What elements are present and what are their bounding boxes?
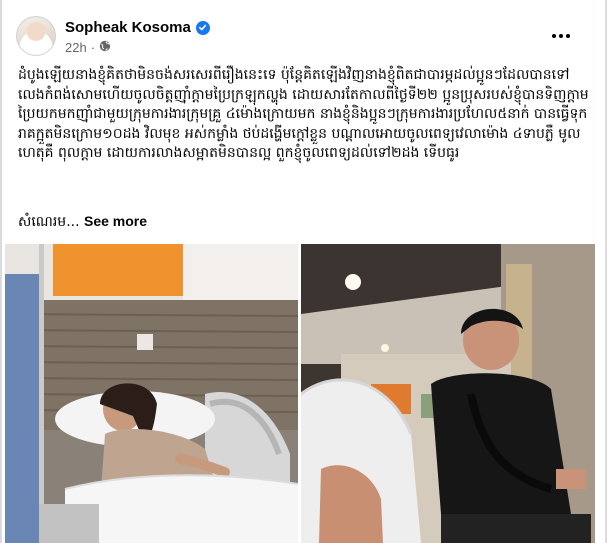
- globe-icon[interactable]: [99, 40, 111, 55]
- photo-hospital-bed[interactable]: [5, 244, 298, 543]
- post-meta: 22h ·: [65, 40, 111, 55]
- verified-badge-icon: [195, 20, 210, 35]
- post-card: Sopheak Kosoma 22h · ដំបូងឡើយនាងខ្ញុំគិត…: [0, 0, 607, 543]
- post-body: ដំបូងឡើយនាងខ្ញុំគិតថាមិនចង់សរសេរពីរឿងនេះ…: [18, 67, 592, 162]
- post-header: Sopheak Kosoma 22h ·: [16, 16, 591, 60]
- see-more-link[interactable]: See more: [84, 213, 147, 229]
- meta-separator: ·: [90, 40, 96, 55]
- truncated-line: សំណេរម... See more: [18, 212, 147, 233]
- photo-grid: [5, 244, 595, 543]
- photo-visitor[interactable]: [301, 244, 595, 543]
- truncated-text: សំណេរម...: [18, 214, 80, 230]
- more-options-icon[interactable]: [549, 26, 573, 46]
- post-time[interactable]: 22h: [65, 40, 87, 55]
- author-name[interactable]: Sopheak Kosoma: [65, 19, 191, 36]
- author-avatar[interactable]: [16, 16, 56, 56]
- author-name-row: Sopheak Kosoma: [65, 19, 210, 36]
